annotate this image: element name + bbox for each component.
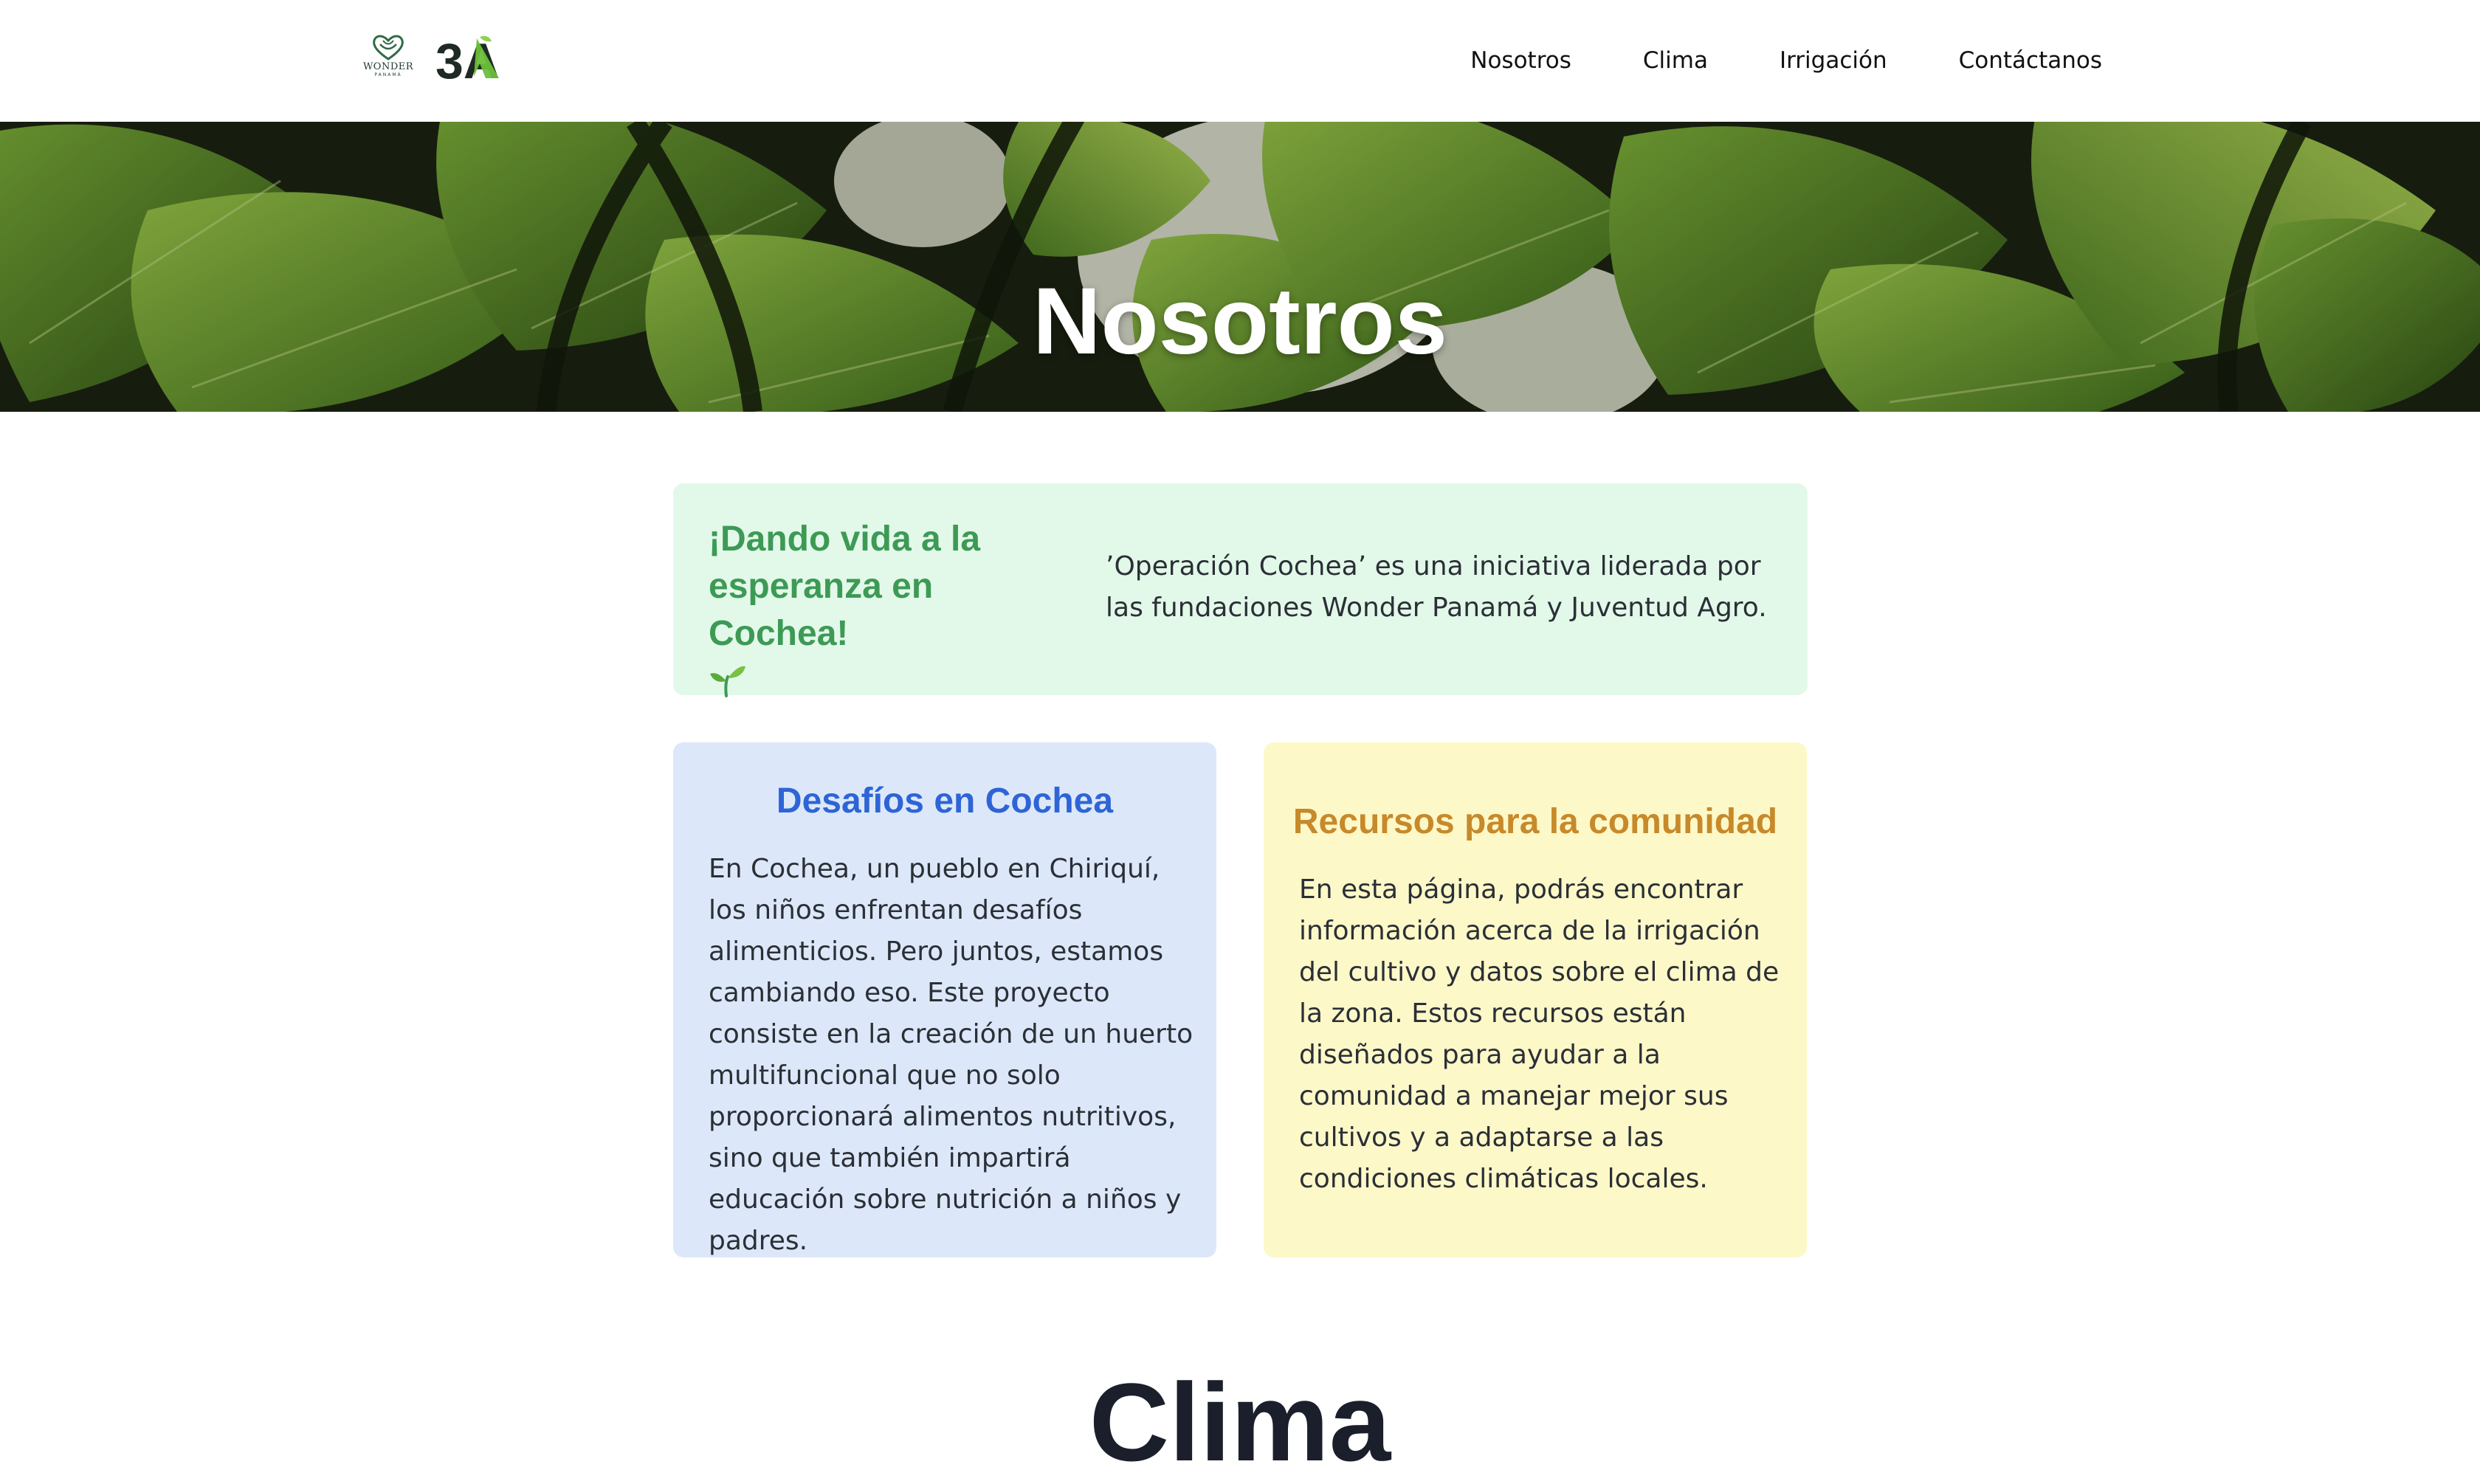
intro-card: ¡Dando vida a la esperanza en Cochea! ’O…: [673, 483, 1808, 697]
clima-section-title: Clima: [1089, 1360, 1391, 1484]
nav-link-clima[interactable]: Clima: [1643, 43, 1708, 78]
challenges-title: Desafíos en Cochea: [776, 781, 1114, 821]
intro-description: ’Operación Cochea’ es una iniciativa lid…: [1106, 551, 1767, 623]
nav-link-contactanos[interactable]: Contáctanos: [1959, 43, 2102, 78]
seedling-icon: [710, 666, 745, 697]
hero-banner: Nosotros: [0, 122, 2480, 412]
intro-heading-text: ¡Dando vida a la esperanza en Cochea!: [709, 520, 981, 653]
logo-group: WONDER PANAMÁ 3A: [360, 32, 503, 84]
wonder-panama-logo[interactable]: WONDER PANAMÁ: [360, 32, 416, 84]
site-header: WONDER PANAMÁ 3A Nosotros Clima Irrigaci…: [0, 0, 2480, 122]
hero-title: Nosotros: [1033, 268, 1447, 374]
challenges-description: En Cochea, un pueblo en Chiriquí, los ni…: [709, 854, 1194, 1256]
resources-card: Recursos para la comunidad En esta págin…: [1264, 742, 1807, 1257]
main-nav: Nosotros Clima Irrigación Contáctanos: [1470, 43, 2102, 78]
resources-description: En esta página, podrás encontrar informa…: [1299, 874, 1780, 1194]
juventud-agro-logo[interactable]: 3A: [435, 34, 503, 83]
resources-title: Recursos para la comunidad: [1292, 802, 1778, 841]
wonder-logo-text: WONDER: [362, 61, 414, 72]
intro-heading: ¡Dando vida a la esperanza en Cochea!: [709, 516, 1078, 697]
nav-link-irrigacion[interactable]: Irrigación: [1780, 43, 1887, 78]
nav-link-nosotros[interactable]: Nosotros: [1470, 43, 1571, 78]
heart-hands-icon: [373, 35, 404, 61]
challenges-card: Desafíos en Cochea En Cochea, un pueblo …: [673, 742, 1216, 1257]
wonder-logo-subtext: PANAMÁ: [374, 72, 402, 77]
